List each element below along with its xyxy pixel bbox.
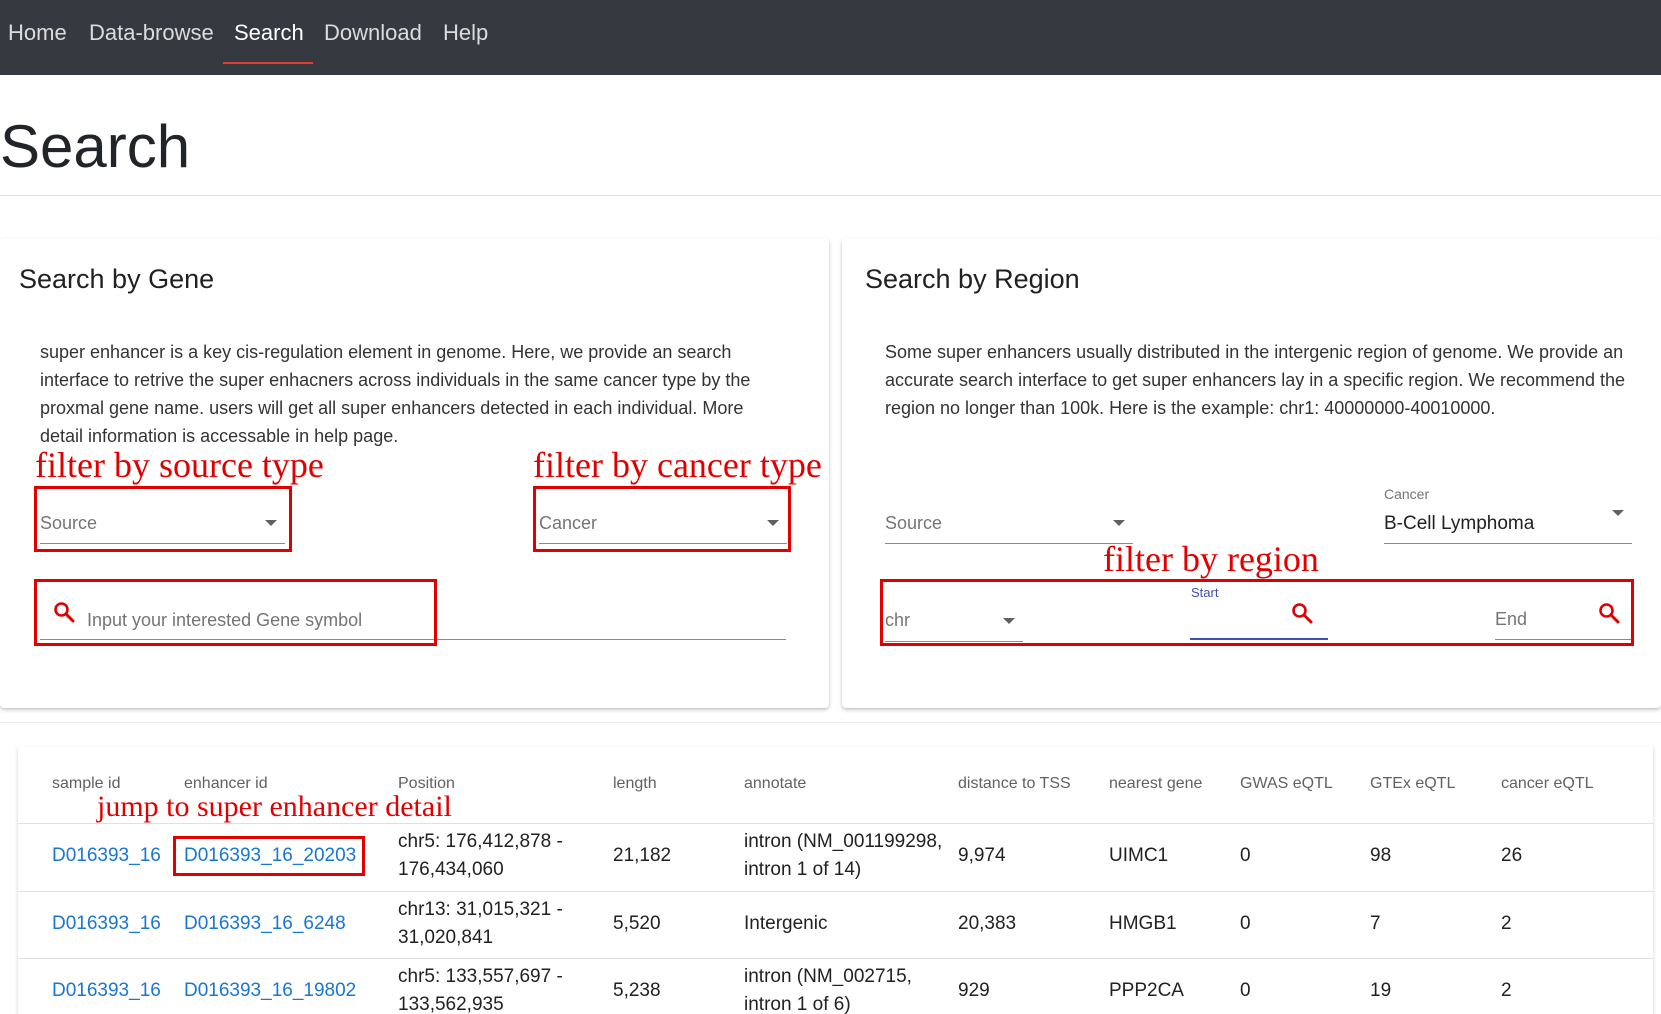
- distance-cell: 20,383: [958, 913, 1017, 934]
- page-title: Search: [0, 113, 191, 180]
- chevron-down-icon: [1113, 520, 1125, 526]
- nav-active-indicator: [223, 62, 313, 64]
- column-header[interactable]: distance to TSS: [958, 775, 1071, 793]
- distance-cell: 929: [958, 980, 990, 1001]
- gene-search-placeholder: Input your interested Gene symbol: [87, 610, 363, 630]
- top-navbar: Home Data-browse Search Download Help: [0, 0, 1661, 75]
- search-icon: [54, 602, 75, 623]
- sample-id-link[interactable]: D016393_16: [52, 977, 161, 1005]
- gene-source-select[interactable]: Source: [40, 496, 285, 544]
- row-divider: [18, 958, 1653, 959]
- gene-card-title: Search by Gene: [19, 264, 215, 294]
- gwas-cell: 0: [1240, 845, 1251, 866]
- annotation-region: filter by region: [1103, 539, 1319, 579]
- enhancer-id-link[interactable]: D016393_16_20203: [184, 842, 356, 870]
- annotate-cell: intron 1 of 14): [744, 859, 862, 880]
- annotate-cell: Intergenic: [744, 913, 828, 934]
- length-cell: 21,182: [613, 845, 672, 866]
- length-cell: 5,238: [613, 980, 661, 1001]
- region-card-title: Search by Region: [865, 264, 1080, 294]
- source-label: Source: [40, 513, 98, 533]
- column-header[interactable]: cancer eQTL: [1501, 775, 1593, 793]
- position-cell: chr5: 133,557,697 -: [398, 966, 563, 987]
- position-cell: 31,020,841: [398, 927, 494, 948]
- annotation-enhancer: jump to super enhancer detail: [97, 790, 452, 823]
- nav-data-browse[interactable]: Data-browse: [89, 20, 214, 46]
- chr-label: chr: [885, 610, 911, 630]
- row-divider: [18, 891, 1653, 892]
- search-icon[interactable]: [1290, 601, 1314, 625]
- column-header[interactable]: length: [613, 775, 657, 793]
- gene-card-description: super enhancer is a key cis-regulation e…: [40, 342, 751, 446]
- gtex-cell: 7: [1370, 913, 1381, 934]
- sample-id-link[interactable]: D016393_16: [52, 910, 161, 938]
- divider: [0, 195, 1661, 196]
- gene-cell: PPP2CA: [1109, 980, 1184, 1001]
- annotate-cell: intron (NM_001199298,: [744, 831, 943, 852]
- start-input[interactable]: Start: [1190, 583, 1328, 640]
- distance-cell: 9,974: [958, 845, 1006, 866]
- gwas-cell: 0: [1240, 980, 1251, 1001]
- gtex-cell: 19: [1370, 980, 1392, 1001]
- column-header[interactable]: GTEx eQTL: [1370, 775, 1455, 793]
- cancer-value: B-Cell Lymphoma: [1384, 513, 1535, 534]
- cancer-eqtl-cell: 26: [1501, 845, 1523, 866]
- start-label: Start: [1191, 585, 1219, 600]
- gene-cancer-select[interactable]: Cancer: [539, 496, 787, 544]
- region-source-select[interactable]: Source: [885, 496, 1133, 544]
- annotation-cancer: filter by cancer type: [533, 445, 822, 485]
- length-cell: 5,520: [613, 913, 661, 934]
- cancer-eqtl-cell: 2: [1501, 913, 1512, 934]
- cancer-label: Cancer: [539, 513, 598, 533]
- chevron-down-icon: [767, 520, 779, 526]
- enhancer-id-link[interactable]: D016393_16_19802: [184, 977, 356, 1005]
- gtex-cell: 98: [1370, 845, 1392, 866]
- gene-search-field[interactable]: Input your interested Gene symbol: [40, 598, 786, 640]
- gwas-cell: 0: [1240, 913, 1251, 934]
- gene-cell: HMGB1: [1109, 913, 1177, 934]
- enhancer-id-link[interactable]: D016393_16_6248: [184, 910, 346, 938]
- nav-download[interactable]: Download: [324, 20, 422, 46]
- annotation-source: filter by source type: [35, 445, 324, 485]
- position-cell: 176,434,060: [398, 859, 504, 880]
- chr-select[interactable]: chr: [885, 596, 1023, 642]
- position-cell: chr13: 31,015,321 -: [398, 899, 563, 920]
- source-label: Source: [885, 513, 943, 533]
- end-label: End: [1495, 609, 1528, 629]
- column-header[interactable]: annotate: [744, 775, 806, 793]
- chevron-down-icon: [1612, 510, 1624, 516]
- search-icon[interactable]: [1597, 601, 1621, 625]
- region-card-description: Some super enhancers usually distributed…: [885, 342, 1626, 418]
- position-cell: chr5: 176,412,878 -: [398, 831, 563, 852]
- chevron-down-icon: [265, 520, 277, 526]
- cancer-eqtl-cell: 2: [1501, 980, 1512, 1001]
- column-header[interactable]: GWAS eQTL: [1240, 775, 1333, 793]
- nav-home[interactable]: Home: [8, 20, 67, 46]
- sample-id-link[interactable]: D016393_16: [52, 842, 161, 870]
- nav-help[interactable]: Help: [443, 20, 488, 46]
- end-input[interactable]: End: [1495, 596, 1633, 640]
- position-cell: 133,562,935: [398, 994, 504, 1014]
- chevron-down-icon: [1003, 618, 1015, 624]
- cancer-label: Cancer: [1384, 486, 1430, 502]
- nav-search[interactable]: Search: [234, 20, 304, 46]
- gene-cell: UIMC1: [1109, 845, 1169, 866]
- column-header[interactable]: nearest gene: [1109, 775, 1202, 793]
- region-cancer-select[interactable]: Cancer B-Cell Lymphoma: [1384, 486, 1632, 544]
- divider: [0, 722, 1661, 723]
- annotate-cell: intron 1 of 6): [744, 994, 851, 1014]
- annotate-cell: intron (NM_002715,: [744, 966, 912, 987]
